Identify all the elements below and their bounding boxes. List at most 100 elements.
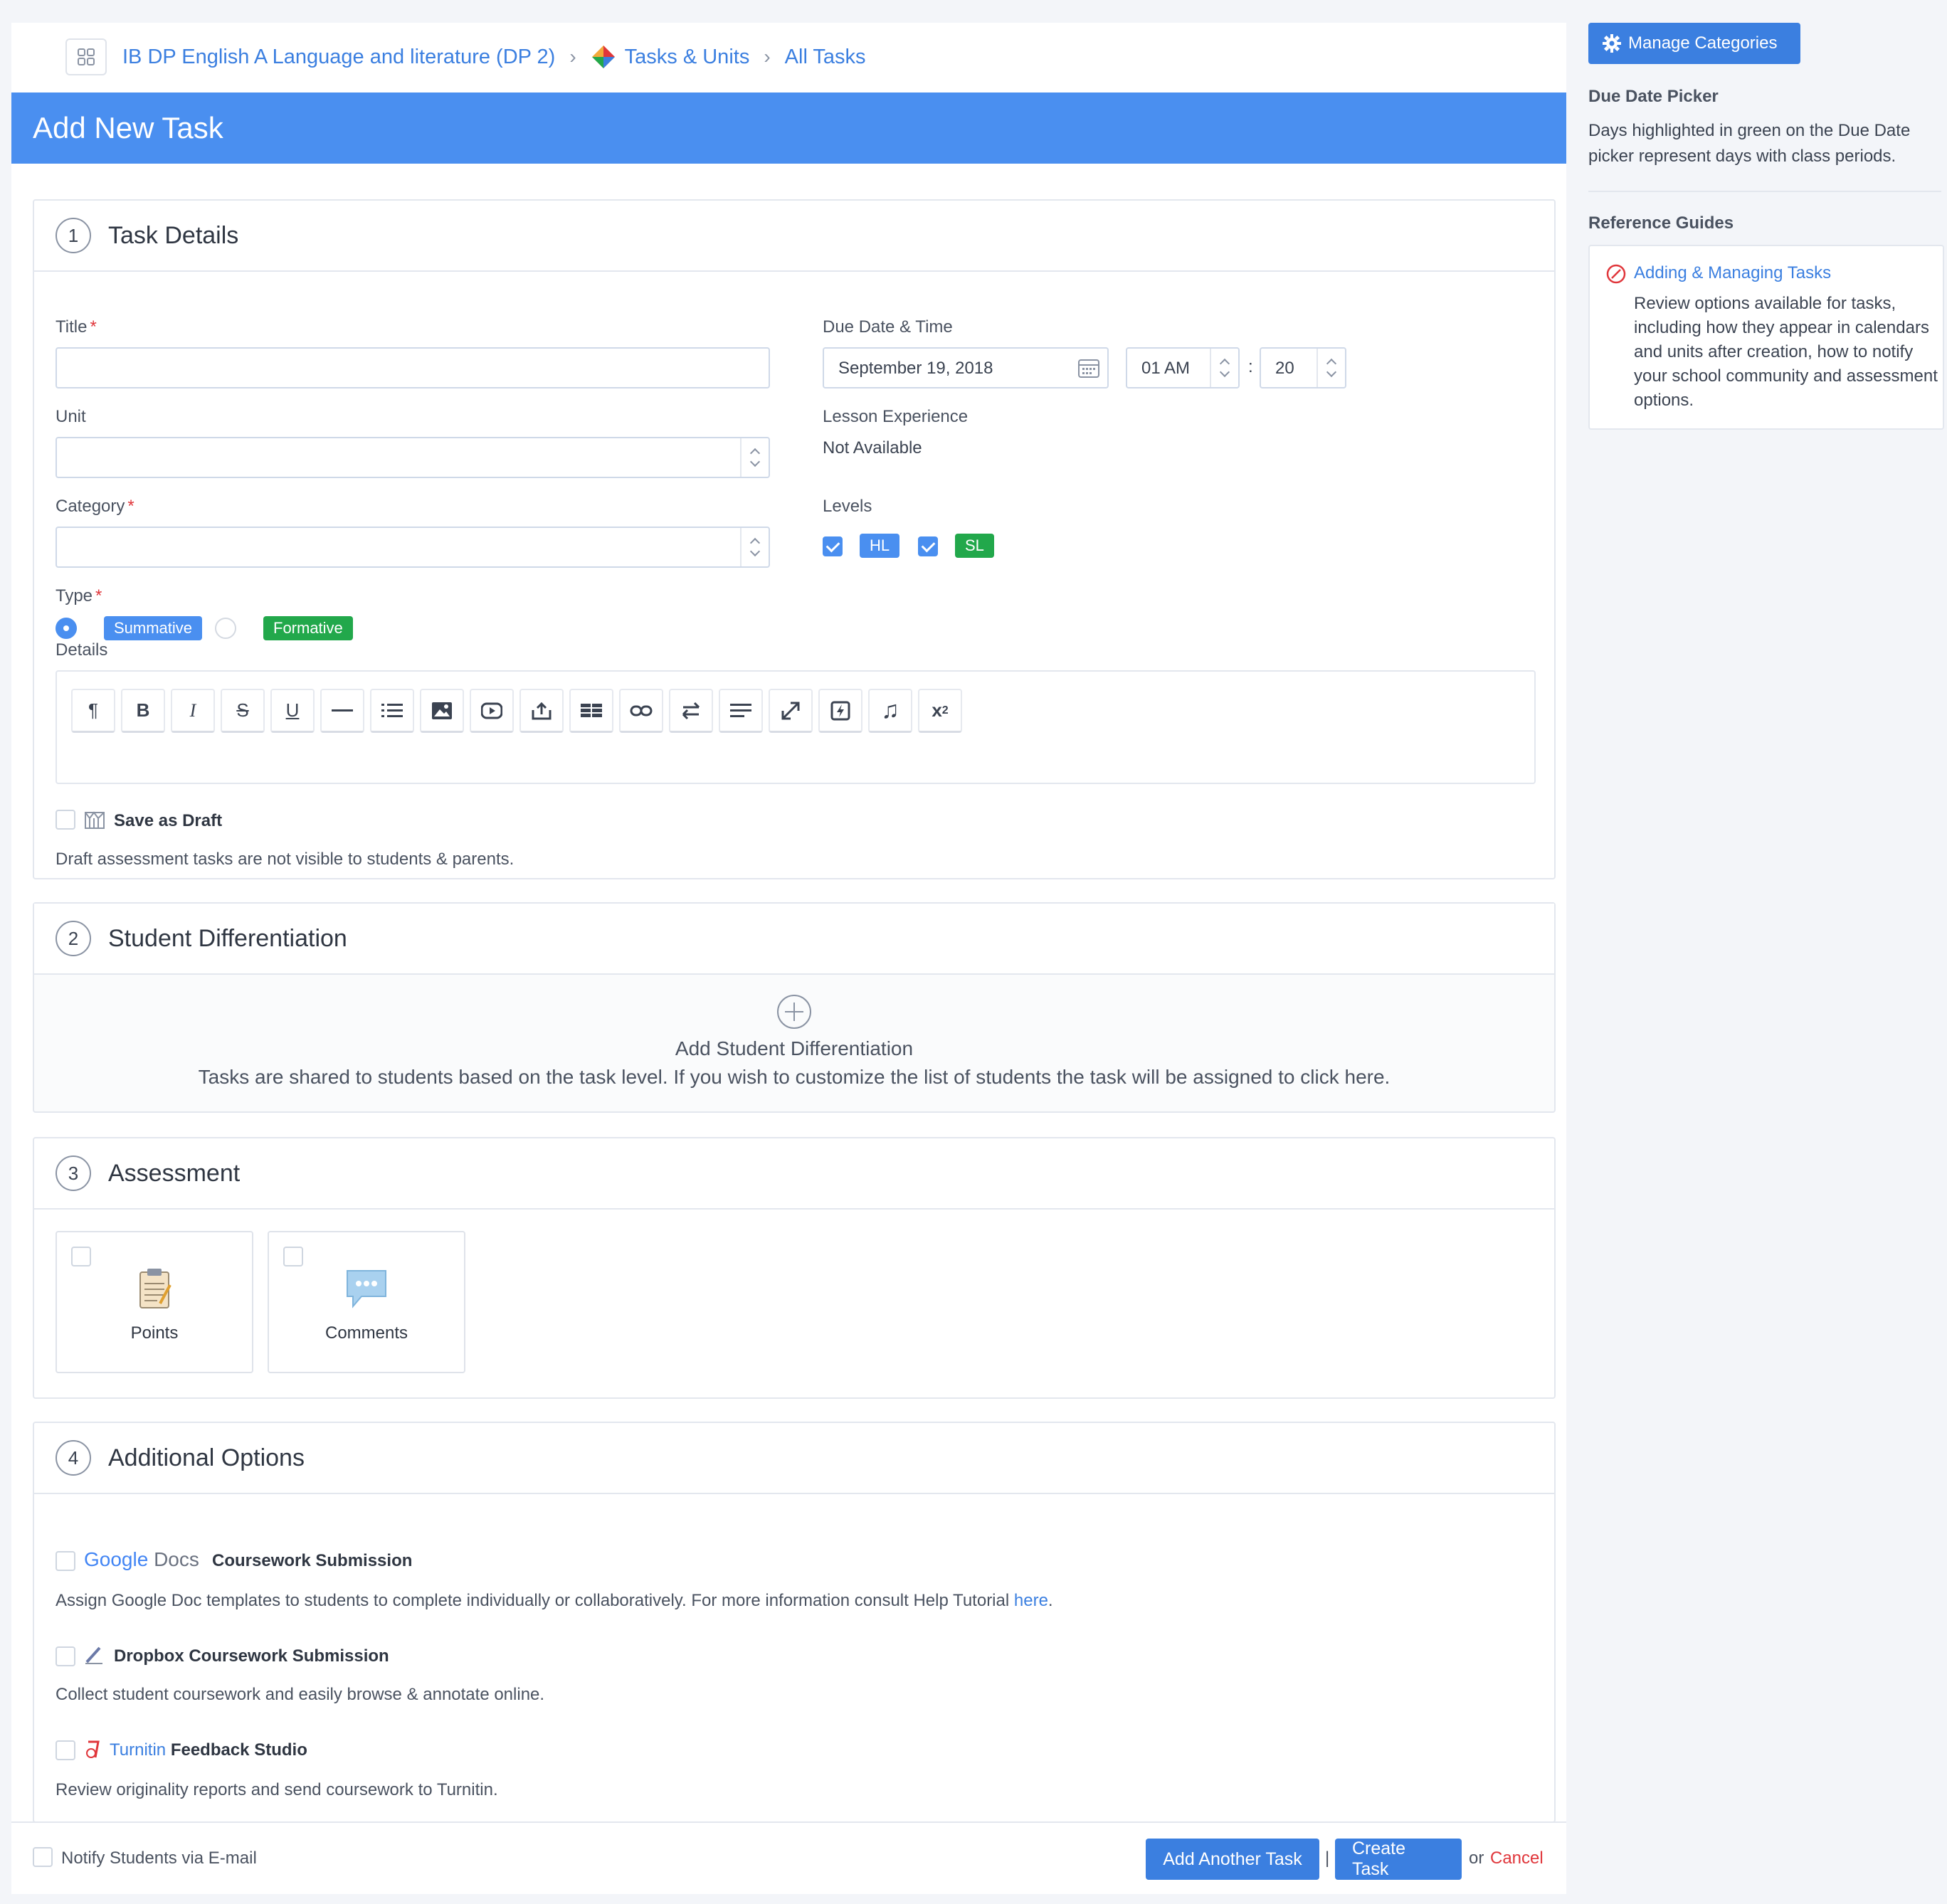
type-formative-radio[interactable] [215,618,236,639]
pencil-icon [84,1645,104,1670]
image-icon[interactable] [420,689,464,733]
adding-managing-tasks-link[interactable]: Adding & Managing Tasks [1634,263,1831,283]
notify-email-checkbox[interactable] [33,1847,53,1867]
section-title: Assessment [108,1159,241,1187]
video-icon[interactable] [470,689,514,733]
add-differentiation-area[interactable]: Add Student Differentiation Tasks are sh… [34,995,1554,1089]
assessment-points-card[interactable]: Points [56,1231,253,1373]
level-hl-badge: HL [860,534,900,558]
table-icon[interactable] [569,689,613,733]
section-title: Task Details [108,221,239,249]
save-draft-checkbox[interactable] [56,810,75,830]
points-checkbox[interactable] [71,1247,91,1266]
add-another-task-button[interactable]: Add Another Task [1146,1839,1319,1880]
turnitin-feedback-label: Turnitin Feedback Studio [110,1740,307,1760]
page-title: Add New Task [11,92,1566,164]
list-icon[interactable] [370,689,414,733]
due-date-input[interactable]: September 19, 2018 [823,347,1109,388]
category-label-text: Category [56,497,125,516]
level-sl-checkbox[interactable] [918,536,938,556]
calendar-icon[interactable] [1077,357,1100,384]
comments-checkbox[interactable] [283,1247,303,1266]
due-date-label: Due Date & Time [823,317,953,337]
notify-email-label: Notify Students via E-mail [61,1849,257,1868]
level-hl-checkbox[interactable] [823,536,843,556]
due-minute-value: 20 [1275,359,1294,378]
turnitin-label-text: Feedback Studio [170,1740,307,1760]
levels-label: Levels [823,497,872,516]
title-label-text: Title [56,317,88,337]
strikethrough-icon[interactable]: S [221,689,265,733]
add-circle-icon[interactable] [777,995,811,1029]
underline-icon[interactable]: U [270,689,315,733]
breadcrumb-course-link[interactable]: IB DP English A Language and literature … [122,46,555,69]
due-minute-stepper[interactable]: 20 [1260,347,1346,388]
help-tutorial-link[interactable]: here [1014,1591,1048,1610]
type-summative-radio[interactable] [56,618,77,639]
speech-bubble-icon [344,1268,389,1314]
title-input[interactable] [56,347,770,388]
stepper-arrows-icon[interactable] [1210,349,1238,387]
create-task-button[interactable]: Create Task [1335,1839,1462,1880]
superscript-icon[interactable]: x2 [918,689,962,733]
italic-icon[interactable]: I [171,689,215,733]
stepper-arrows-icon[interactable] [1317,349,1345,387]
lesson-experience-value: Not Available [823,438,922,458]
add-differentiation-label[interactable]: Add Student Differentiation [34,1037,1554,1060]
level-sl-badge: SL [955,534,994,558]
link-icon[interactable] [619,689,663,733]
chevron-right-icon: › [569,46,576,68]
google-docs-label: Coursework Submission [212,1551,413,1570]
unit-label: Unit [56,407,86,426]
upload-icon[interactable] [519,689,564,733]
reference-guide-card: Adding & Managing Tasks Review options a… [1588,245,1944,430]
type-label: Type * [56,586,102,606]
google-docs-checkbox[interactable] [56,1551,75,1571]
assessment-section: 3 Assessment Points Comments [33,1137,1556,1399]
formative-badge: Formative [263,616,353,640]
required-marker: * [127,497,134,516]
fullscreen-icon[interactable] [769,689,813,733]
task-details-section: 1 Task Details Title * Unit Category * Typ… [33,199,1556,879]
guide-description: Review options available for tasks, incl… [1634,294,1938,410]
turnitin-logo-icon [84,1739,104,1765]
select-arrows-icon [740,528,769,566]
paragraph-icon[interactable]: ¶ [71,689,115,733]
lesson-experience-label: Lesson Experience [823,407,969,426]
due-hour-stepper[interactable]: 01 AM [1126,347,1240,388]
editor-toolbar: ¶ B I S U ♫ x2 [71,689,962,733]
unit-select[interactable] [56,437,770,478]
main-panel: IB DP English A Language and literature … [11,23,1566,1894]
google-docs-help-end: . [1048,1591,1053,1610]
draft-icon [84,810,105,835]
turnitin-brand-text: Turnitin [110,1740,167,1760]
breadcrumb-all-tasks-link[interactable]: All Tasks [785,46,866,69]
compass-icon [1605,263,1627,290]
draft-help-text: Draft assessment tasks are not visible t… [56,850,515,869]
flash-icon[interactable] [818,689,862,733]
type-label-text: Type [56,586,93,605]
direction-icon[interactable] [669,689,713,733]
google-docs-help: Assign Google Doc templates to students … [56,1591,1053,1611]
breadcrumb-tasks-units-link[interactable]: Tasks & Units [625,46,750,69]
assessment-comments-card[interactable]: Comments [268,1231,465,1373]
align-icon[interactable] [719,689,763,733]
sidebar-divider [1588,191,1941,192]
category-select[interactable] [56,527,770,568]
google-docs-help-text: Assign Google Doc templates to students … [56,1591,1010,1610]
cancel-link[interactable]: Cancel [1490,1849,1544,1868]
apps-grid-icon[interactable] [65,38,107,75]
section-header: 1 Task Details [34,201,1554,272]
required-marker: * [90,317,97,337]
audio-icon[interactable]: ♫ [868,689,912,733]
details-editor[interactable]: ¶ B I S U ♫ x2 [56,670,1536,784]
student-differentiation-section: 2 Student Differentiation Add Student Di… [33,902,1556,1113]
manage-categories-button[interactable]: Manage Categories [1588,23,1800,64]
bold-icon[interactable]: B [121,689,165,733]
horizontal-rule-icon[interactable] [320,689,364,733]
summative-badge: Summative [104,616,203,640]
turnitin-checkbox[interactable] [56,1740,75,1760]
turnitin-help: Review originality reports and send cour… [56,1780,498,1799]
dropbox-checkbox[interactable] [56,1646,75,1666]
section-title: Additional Options [108,1444,305,1471]
